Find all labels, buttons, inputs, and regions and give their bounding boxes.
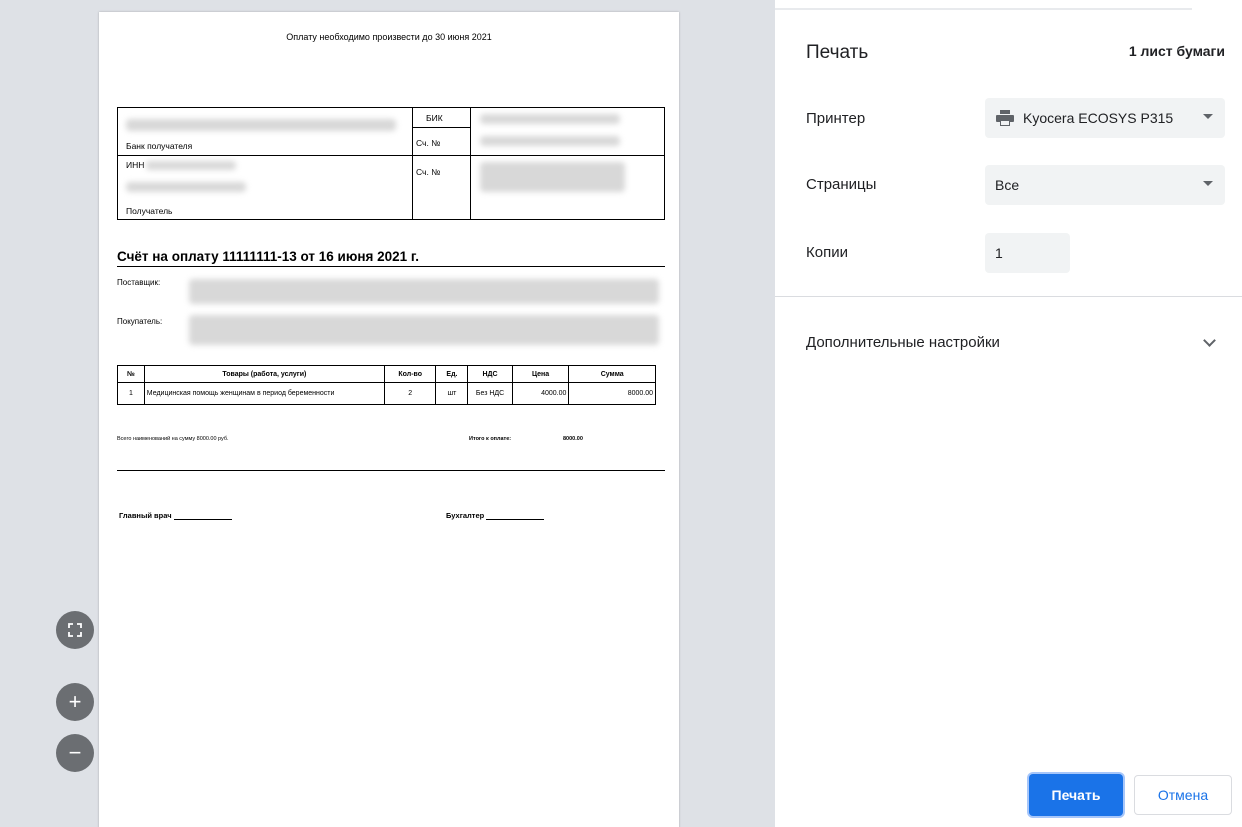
redacted-bank-name	[126, 119, 396, 131]
goods-table: № Товары (работа, услуги) Кол-во Ед. НДС…	[117, 365, 656, 405]
redacted-account-2	[480, 162, 625, 192]
pages-value: Все	[995, 177, 1020, 193]
redacted-recipient	[126, 182, 246, 192]
printer-select[interactable]: Kyocera ECOSYS P315	[985, 98, 1225, 138]
account-label-1: Сч. №	[416, 138, 441, 148]
buyer-label: Покупатель:	[117, 317, 163, 326]
invoice-title: Счёт на оплату 11111111-13 от 16 июня 20…	[117, 249, 665, 267]
zoom-in-button[interactable]: +	[56, 683, 94, 721]
cancel-button[interactable]: Отмена	[1134, 775, 1232, 815]
table-row: 1 Медицинская помощь женщинам в период б…	[117, 382, 656, 405]
print-button[interactable]: Печать	[1029, 774, 1123, 816]
cell-sum: 8000.00	[568, 382, 656, 405]
printer-icon	[996, 110, 1014, 126]
separator-line	[117, 470, 665, 471]
cell-unit: шт	[435, 382, 469, 405]
minus-icon: −	[68, 740, 82, 765]
payment-deadline: Оплату необходимо произвести до 30 июня …	[286, 32, 492, 42]
print-preview-area: Оплату необходимо произвести до 30 июня …	[0, 0, 775, 827]
col-goods: Товары (работа, услуги)	[143, 365, 385, 383]
chevron-down-icon[interactable]	[1203, 334, 1216, 347]
printer-value: Kyocera ECOSYS P315	[1023, 110, 1174, 126]
redacted-bik	[480, 114, 620, 124]
supplier-label: Поставщик:	[117, 278, 161, 287]
plus-icon: +	[68, 689, 82, 714]
cell-vat: Без НДС	[467, 382, 513, 405]
recipient-label: Получатель	[126, 206, 173, 216]
total-label: Итого к оплате:	[469, 436, 512, 442]
col-unit: Ед.	[435, 365, 469, 383]
bank-label: Банк получателя	[126, 141, 193, 151]
col-number: №	[117, 365, 145, 383]
copies-label: Копии	[806, 244, 848, 261]
redacted-buyer	[189, 315, 659, 345]
cell-quantity: 2	[383, 382, 437, 405]
copies-value: 1	[995, 245, 1003, 261]
sheet-count: 1 лист бумаги	[1128, 43, 1225, 59]
more-settings-toggle[interactable]: Дополнительные настройки	[806, 334, 1000, 351]
redacted-inn	[146, 161, 236, 170]
pages-select[interactable]: Все	[985, 165, 1225, 205]
bik-label: БИК	[426, 113, 443, 123]
fit-to-page-icon	[68, 623, 82, 637]
redacted-account-1	[480, 136, 620, 146]
total-items-text: Всего наименований на сумму 8000.00 руб.	[117, 436, 229, 442]
print-dialog: Оплату необходимо произвести до 30 июня …	[0, 0, 1242, 827]
accountant-label: Бухгалтер	[446, 511, 485, 520]
copies-input[interactable]: 1	[985, 233, 1070, 273]
fit-to-page-button[interactable]	[56, 611, 94, 649]
cell-goods: Медицинская помощь женщинам в период бер…	[143, 382, 385, 405]
print-settings-panel: Печать 1 лист бумаги Принтер Kyocera ECO…	[775, 0, 1242, 827]
redacted-supplier	[189, 279, 659, 304]
col-vat: НДС	[467, 365, 513, 383]
inn-label: ИНН	[126, 160, 145, 170]
preview-page: Оплату необходимо произвести до 30 июня …	[99, 12, 679, 827]
dialog-title: Печать	[806, 42, 869, 63]
chief-doctor-label: Главный врач	[119, 511, 172, 520]
cell-price: 4000.00	[511, 382, 570, 405]
col-quantity: Кол-во	[383, 365, 437, 383]
printer-label: Принтер	[806, 110, 866, 127]
col-sum: Сумма	[568, 365, 656, 383]
col-price: Цена	[511, 365, 570, 383]
chevron-down-icon	[1203, 114, 1213, 119]
pages-label: Страницы	[806, 176, 877, 193]
total-value: 8000.00	[563, 436, 583, 442]
zoom-out-button[interactable]: −	[56, 734, 94, 772]
bank-details-table: Банк получателя ИНН Получатель БИК Сч. №…	[117, 107, 665, 220]
cell-number: 1	[117, 382, 145, 405]
chevron-down-icon	[1203, 181, 1213, 186]
chief-doctor-signature: Главный врач	[119, 511, 232, 520]
account-label-2: Сч. №	[416, 167, 441, 177]
accountant-signature: Бухгалтер	[446, 511, 545, 520]
